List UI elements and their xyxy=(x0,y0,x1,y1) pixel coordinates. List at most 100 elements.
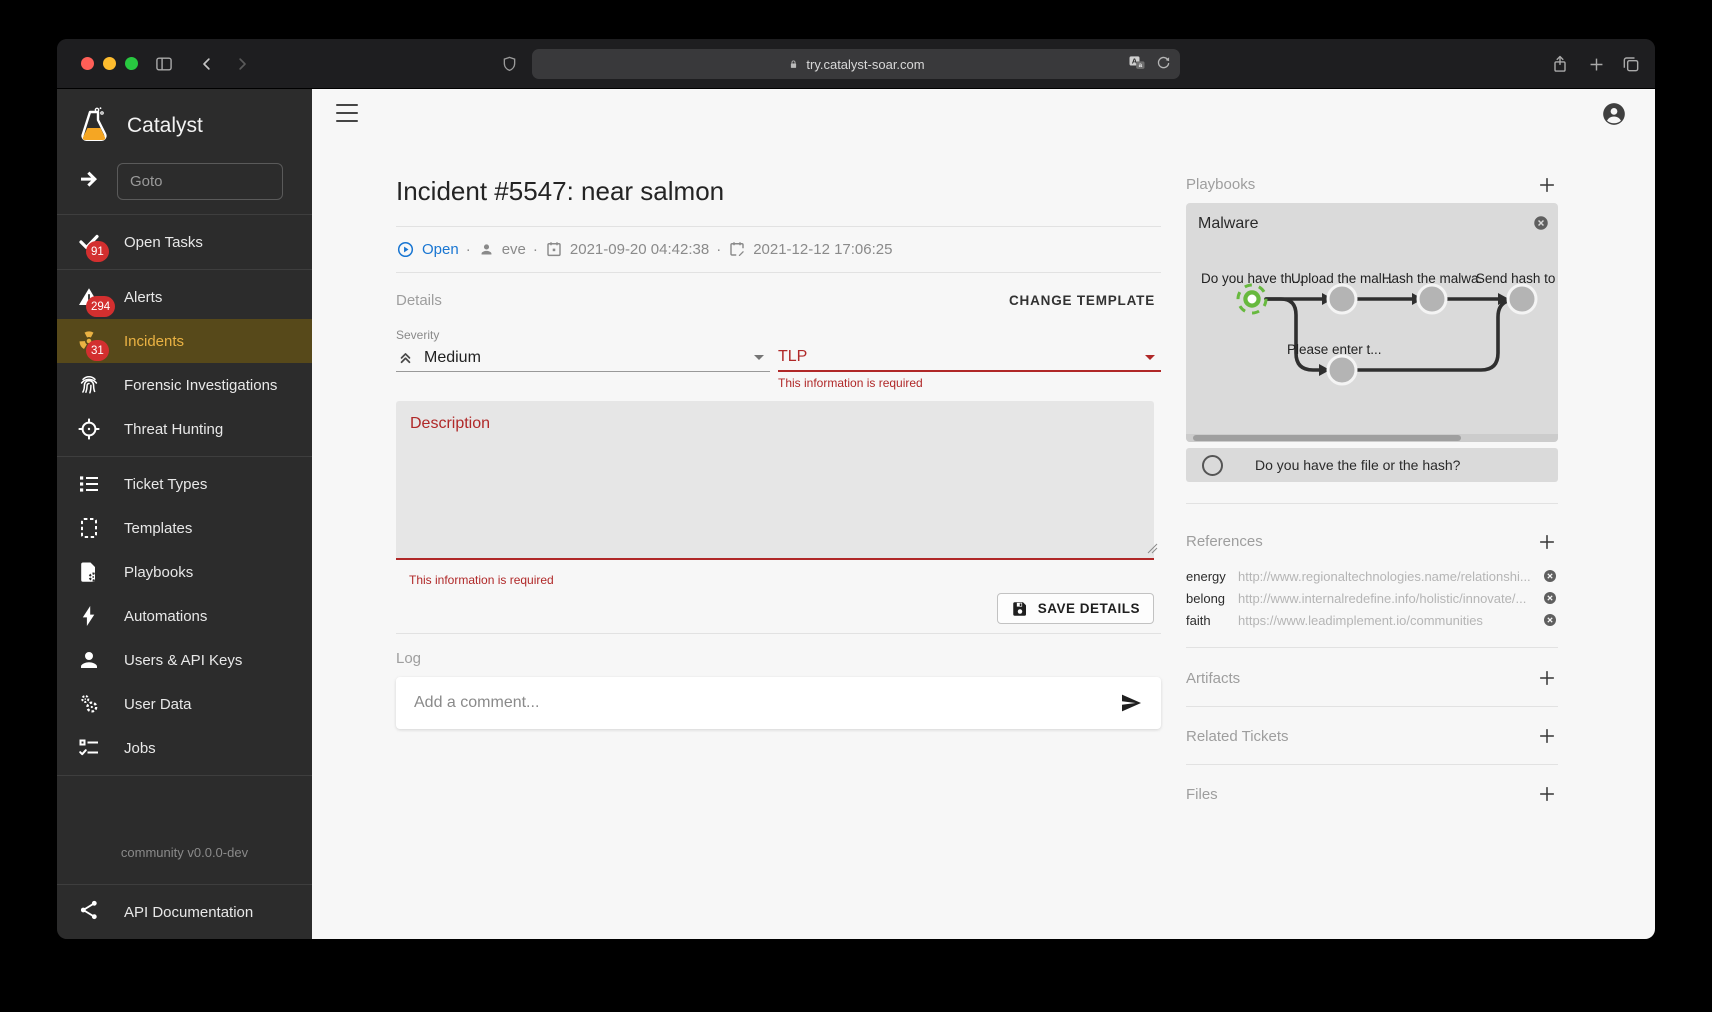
task-node[interactable] xyxy=(1418,285,1446,313)
person-icon xyxy=(77,648,101,672)
privacy-shield-icon[interactable] xyxy=(498,53,520,75)
account-avatar-icon[interactable] xyxy=(1601,101,1627,127)
tlp-label: TLP xyxy=(778,348,807,366)
sidebar-item-label: Automations xyxy=(124,608,207,625)
incidents-badge: 31 xyxy=(86,340,109,361)
comment-input[interactable] xyxy=(412,693,1107,713)
node-label: Hash the malwa. xyxy=(1382,271,1483,286)
severity-label: Severity xyxy=(396,328,1161,342)
task-node[interactable] xyxy=(1508,285,1536,313)
reference-link[interactable]: http://www.regionaltechnologies.name/rel… xyxy=(1238,569,1534,584)
task-node[interactable] xyxy=(1328,285,1356,313)
sidebar-item-threat-hunting[interactable]: Threat Hunting xyxy=(57,407,312,451)
comment-card xyxy=(396,677,1161,729)
lightning-icon xyxy=(77,604,101,628)
close-window-button[interactable] xyxy=(81,57,94,70)
remove-reference-button[interactable] xyxy=(1542,612,1558,628)
node-label: Send hash to V xyxy=(1476,271,1558,286)
remove-playbook-button[interactable] xyxy=(1532,214,1550,232)
sidebar-item-alerts[interactable]: 294 Alerts xyxy=(57,275,312,319)
severity-select[interactable]: Medium xyxy=(396,344,770,372)
back-icon[interactable] xyxy=(196,53,218,75)
send-comment-button[interactable] xyxy=(1117,689,1145,717)
reference-link[interactable]: https://www.leadimplement.io/communities xyxy=(1238,613,1534,628)
address-bar[interactable]: try.catalyst-soar.com Aa xyxy=(532,49,1180,79)
lock-icon xyxy=(787,58,800,71)
reference-row: energy http://www.regionaltechnologies.n… xyxy=(1186,565,1558,587)
severity-value: Medium xyxy=(424,349,481,367)
task-node[interactable] xyxy=(1328,356,1356,384)
task-checkbox[interactable] xyxy=(1202,455,1223,476)
change-template-button[interactable]: CHANGE TEMPLATE xyxy=(1003,289,1161,312)
sidebar-item-open-tasks[interactable]: 91 Open Tasks xyxy=(57,220,312,264)
sidebar-item-label: Forensic Investigations xyxy=(124,377,277,394)
sidebar-item-automations[interactable]: Automations xyxy=(57,594,312,638)
menu-icon[interactable] xyxy=(336,104,358,122)
brand[interactable]: Catalyst xyxy=(57,89,312,153)
chevron-down-icon xyxy=(1145,355,1155,360)
sidebar-item-label: Open Tasks xyxy=(124,234,203,251)
sidebar-item-label: Jobs xyxy=(124,740,156,757)
reference-name: faith xyxy=(1186,613,1238,628)
minimize-window-button[interactable] xyxy=(103,57,116,70)
goto-input[interactable] xyxy=(117,163,283,200)
warning-icon: 294 xyxy=(77,285,101,309)
description-textarea[interactable] xyxy=(396,401,1154,560)
gears-icon xyxy=(77,692,101,716)
tab-overview-icon[interactable] xyxy=(1620,53,1642,75)
browser-window: try.catalyst-soar.com Aa xyxy=(57,39,1655,939)
add-file-button[interactable] xyxy=(1536,783,1558,805)
owner-name: eve xyxy=(502,241,526,258)
add-playbook-button[interactable] xyxy=(1536,174,1558,196)
new-tab-icon[interactable] xyxy=(1585,53,1607,75)
sidebar-item-user-data[interactable]: User Data xyxy=(57,682,312,726)
share-icon[interactable] xyxy=(1549,53,1571,75)
sidebar-item-ticket-types[interactable]: Ticket Types xyxy=(57,462,312,506)
divider xyxy=(1186,706,1558,707)
sidebar-item-users-api-keys[interactable]: Users & API Keys xyxy=(57,638,312,682)
divider xyxy=(57,269,312,270)
sidebar-item-incidents[interactable]: 31 Incidents xyxy=(57,319,312,363)
save-button-label: SAVE DETAILS xyxy=(1038,601,1140,616)
resize-handle-icon[interactable] xyxy=(1147,541,1158,559)
playbook-card: Malware xyxy=(1186,203,1558,442)
forward-icon[interactable] xyxy=(231,53,253,75)
reference-name: energy xyxy=(1186,569,1238,584)
sidebar-item-playbooks[interactable]: Playbooks xyxy=(57,550,312,594)
playbook-task-row[interactable]: Do you have the file or the hash? xyxy=(1186,448,1558,482)
sidebar-item-forensic-investigations[interactable]: Forensic Investigations xyxy=(57,363,312,407)
divider xyxy=(57,456,312,457)
maximize-window-button[interactable] xyxy=(125,57,138,70)
sidebar-item-api-documentation[interactable]: API Documentation xyxy=(57,885,312,939)
start-node[interactable] xyxy=(1238,285,1266,313)
reload-icon[interactable] xyxy=(1155,55,1172,72)
open-status-icon[interactable] xyxy=(396,240,415,259)
sidebar-item-jobs[interactable]: Jobs xyxy=(57,726,312,770)
status-state[interactable]: Open xyxy=(422,241,459,258)
log-heading: Log xyxy=(396,650,1161,667)
sidebar-toggle-icon[interactable] xyxy=(153,53,175,75)
sidebar-item-templates[interactable]: Templates xyxy=(57,506,312,550)
tlp-select[interactable]: TLP xyxy=(778,344,1161,372)
remove-reference-button[interactable] xyxy=(1542,568,1558,584)
sidebar-item-label: User Data xyxy=(124,696,192,713)
remove-reference-button[interactable] xyxy=(1542,590,1558,606)
add-reference-button[interactable] xyxy=(1536,531,1558,553)
playbook-graph[interactable]: Do you have th... Upload the mal... Hash… xyxy=(1186,239,1558,425)
tlp-required-message: This information is required xyxy=(778,376,923,390)
modified-timestamp: 2021-12-12 17:06:25 xyxy=(753,241,892,258)
reference-link[interactable]: http://www.internalredefine.info/holisti… xyxy=(1238,591,1534,606)
separator: · xyxy=(533,241,538,258)
brand-name: Catalyst xyxy=(127,114,203,138)
translate-icon[interactable]: Aa xyxy=(1127,53,1147,73)
sidebar-item-label: API Documentation xyxy=(124,904,253,921)
add-artifact-button[interactable] xyxy=(1536,667,1558,689)
reference-name: belong xyxy=(1186,591,1238,606)
scrollbar-thumb[interactable] xyxy=(1193,435,1461,441)
radiation-icon: 31 xyxy=(77,329,101,353)
add-related-ticket-button[interactable] xyxy=(1536,725,1558,747)
divider xyxy=(57,214,312,215)
open-tasks-badge: 91 xyxy=(86,241,109,262)
divider xyxy=(1186,503,1558,504)
save-details-button[interactable]: SAVE DETAILS xyxy=(997,593,1154,624)
